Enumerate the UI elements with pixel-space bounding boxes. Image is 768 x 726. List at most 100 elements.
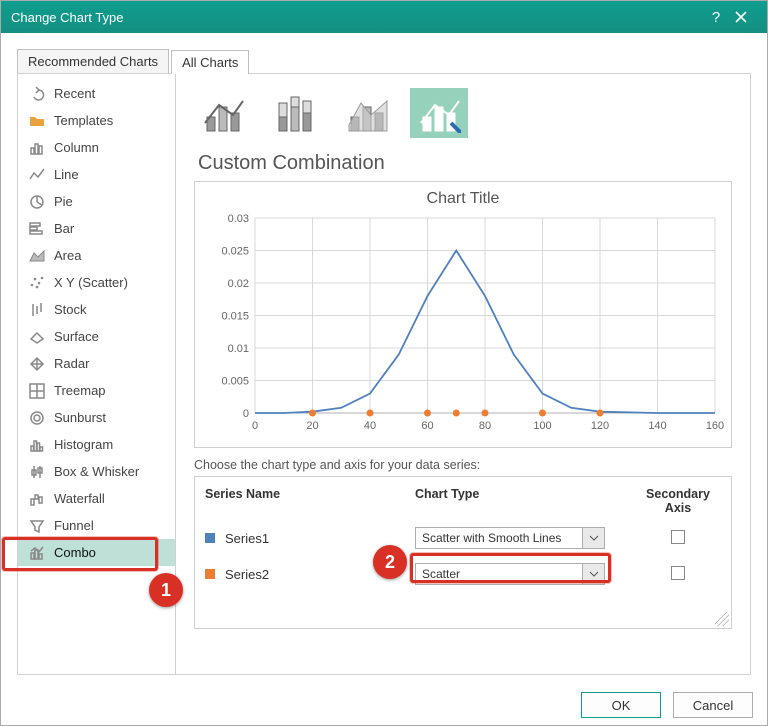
- radar-icon: [28, 355, 46, 373]
- combo-subtype-1[interactable]: [266, 88, 324, 138]
- close-icon[interactable]: [725, 1, 757, 33]
- title-bar: Change Chart Type ?: [1, 1, 767, 33]
- histogram-icon: [28, 436, 46, 454]
- series-type-combobox[interactable]: Scatter: [415, 563, 605, 585]
- series-name: Series2: [205, 567, 415, 582]
- sidebar-item-label: Line: [54, 167, 79, 182]
- line-icon: [28, 166, 46, 184]
- svg-text:0.005: 0.005: [221, 376, 249, 388]
- chevron-down-icon: [582, 528, 604, 548]
- sidebar-item-label: Sunburst: [54, 410, 106, 425]
- sidebar-item-treemap[interactable]: Treemap: [18, 377, 175, 404]
- svg-text:0.03: 0.03: [228, 213, 249, 225]
- funnel-icon: [28, 517, 46, 535]
- sidebar-item-label: Waterfall: [54, 491, 105, 506]
- svg-text:0.01: 0.01: [228, 343, 249, 355]
- sidebar-item-area[interactable]: Area: [18, 242, 175, 269]
- combo-subtype-0[interactable]: [194, 88, 252, 138]
- sidebar-item-label: Stock: [54, 302, 87, 317]
- scatter-icon: [28, 274, 46, 292]
- sunburst-icon: [28, 409, 46, 427]
- series-swatch-icon: [205, 533, 215, 543]
- undo-icon: [28, 85, 46, 103]
- svg-text:80: 80: [479, 420, 491, 432]
- combo-subtype-2[interactable]: [338, 88, 396, 138]
- sidebar-item-label: Histogram: [54, 437, 113, 452]
- sidebar-item-label: Box & Whisker: [54, 464, 139, 479]
- sidebar-item-pie[interactable]: Pie: [18, 188, 175, 215]
- ok-button[interactable]: OK: [581, 692, 661, 718]
- sidebar-item-bar[interactable]: Bar: [18, 215, 175, 242]
- change-chart-type-dialog: Change Chart Type ? Recommended Charts A…: [0, 0, 768, 726]
- sidebar-item-label: X Y (Scatter): [54, 275, 128, 290]
- sidebar-item-line[interactable]: Line: [18, 161, 175, 188]
- area-icon: [28, 247, 46, 265]
- dialog-buttons: OK Cancel: [1, 685, 767, 725]
- tab-all-charts[interactable]: All Charts: [171, 50, 249, 74]
- sidebar-item-templates[interactable]: Templates: [18, 107, 175, 134]
- series-type-value: Scatter: [422, 567, 460, 581]
- series-name: Series1: [205, 531, 415, 546]
- series-row-0: Series1 Scatter with Smooth Lines: [205, 520, 721, 556]
- svg-text:100: 100: [533, 420, 551, 432]
- sidebar-item-surface[interactable]: Surface: [18, 323, 175, 350]
- panel: Recent Templates Column Line Pie Bar Area X Y (…: [17, 73, 751, 675]
- sidebar-item-boxwhisker[interactable]: Box & Whisker: [18, 458, 175, 485]
- waterfall-icon: [28, 490, 46, 508]
- chevron-down-icon: [582, 564, 604, 584]
- chart-svg: 00.0050.010.0150.020.0250.03020406080100…: [205, 212, 725, 437]
- sidebar-item-xy[interactable]: X Y (Scatter): [18, 269, 175, 296]
- sidebar-item-label: Column: [54, 140, 99, 155]
- secondary-axis-checkbox[interactable]: [671, 566, 685, 580]
- combo-subtype-3[interactable]: [410, 88, 468, 138]
- sidebar-item-label: Combo: [54, 545, 96, 560]
- svg-text:0: 0: [252, 420, 258, 432]
- combo-icon: [28, 544, 46, 562]
- sidebar-item-label: Templates: [54, 113, 113, 128]
- svg-text:20: 20: [306, 420, 318, 432]
- svg-text:120: 120: [591, 420, 609, 432]
- sidebar-item-histogram[interactable]: Histogram: [18, 431, 175, 458]
- folder-icon: [28, 112, 46, 130]
- choose-label: Choose the chart type and axis for your …: [194, 458, 732, 472]
- header-chart-type: Chart Type: [415, 487, 635, 515]
- bar-icon: [28, 220, 46, 238]
- sidebar-item-stock[interactable]: Stock: [18, 296, 175, 323]
- sidebar-item-recent[interactable]: Recent: [18, 80, 175, 107]
- sidebar-item-sunburst[interactable]: Sunburst: [18, 404, 175, 431]
- chart-type-sidebar: Recent Templates Column Line Pie Bar Area X Y (…: [18, 74, 176, 674]
- series-table: Series Name Chart Type Secondary Axis Se…: [194, 476, 732, 629]
- series-type-combobox[interactable]: Scatter with Smooth Lines: [415, 527, 605, 549]
- series-type-value: Scatter with Smooth Lines: [422, 531, 561, 545]
- svg-text:0.015: 0.015: [221, 311, 249, 323]
- sidebar-item-label: Radar: [54, 356, 89, 371]
- section-title: Custom Combination: [198, 152, 732, 175]
- sidebar-item-combo[interactable]: Combo: [18, 539, 175, 566]
- dialog-body: Recommended Charts All Charts Recent Temp…: [1, 33, 767, 685]
- sidebar-item-label: Surface: [54, 329, 99, 344]
- sidebar-item-label: Treemap: [54, 383, 106, 398]
- secondary-axis-checkbox[interactable]: [671, 530, 685, 544]
- svg-text:160: 160: [706, 420, 724, 432]
- chart-preview[interactable]: Chart Title 00.0050.010.0150.020.0250.03…: [194, 181, 732, 448]
- sidebar-item-waterfall[interactable]: Waterfall: [18, 485, 175, 512]
- help-icon[interactable]: ?: [707, 1, 725, 33]
- cancel-button[interactable]: Cancel: [673, 692, 753, 718]
- sidebar-item-funnel[interactable]: Funnel: [18, 512, 175, 539]
- svg-text:60: 60: [421, 420, 433, 432]
- svg-text:140: 140: [648, 420, 666, 432]
- treemap-icon: [28, 382, 46, 400]
- svg-text:0.02: 0.02: [228, 278, 249, 290]
- resize-grip-icon: [715, 612, 729, 626]
- main-area: Custom Combination Chart Title 0 0.005 0.0…: [176, 74, 750, 674]
- sidebar-item-radar[interactable]: Radar: [18, 350, 175, 377]
- subtype-row: [194, 88, 732, 138]
- tab-recommended[interactable]: Recommended Charts: [17, 49, 169, 73]
- series-table-header: Series Name Chart Type Secondary Axis: [205, 483, 721, 520]
- sidebar-item-column[interactable]: Column: [18, 134, 175, 161]
- sidebar-item-label: Area: [54, 248, 81, 263]
- sidebar-item-label: Pie: [54, 194, 73, 209]
- pie-icon: [28, 193, 46, 211]
- chart-preview-title: Chart Title: [205, 190, 721, 208]
- surface-icon: [28, 328, 46, 346]
